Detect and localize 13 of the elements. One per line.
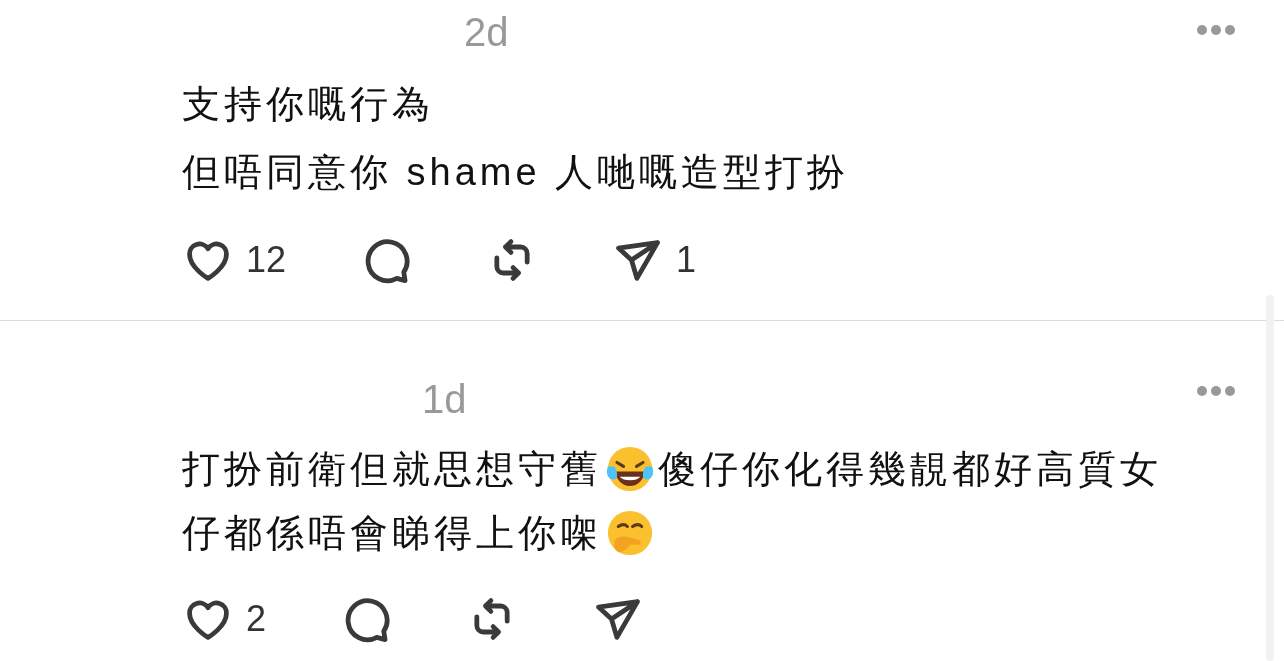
timestamp: 1d — [422, 379, 467, 419]
comment-text: 打扮前衛但就思想守舊 — [182, 450, 602, 488]
like-button[interactable]: 2 — [182, 593, 267, 645]
more-options-icon[interactable] — [1196, 385, 1236, 397]
like-button[interactable]: 12 — [182, 234, 287, 286]
comment-text: 傻仔你化得幾靚都好高質女 — [658, 450, 1162, 488]
comment-text: 但唔同意你 shame 人哋嘅造型打扮 — [182, 153, 850, 191]
more-options-icon[interactable] — [1196, 24, 1236, 36]
timestamp: 2d — [464, 12, 509, 52]
share-button[interactable]: 1 — [612, 234, 697, 286]
scrollbar[interactable] — [1266, 295, 1274, 661]
comment-text: 支持你嘅行為 — [182, 85, 434, 123]
comment-text: 仔都係唔會睇得上你㗎 — [182, 514, 602, 552]
